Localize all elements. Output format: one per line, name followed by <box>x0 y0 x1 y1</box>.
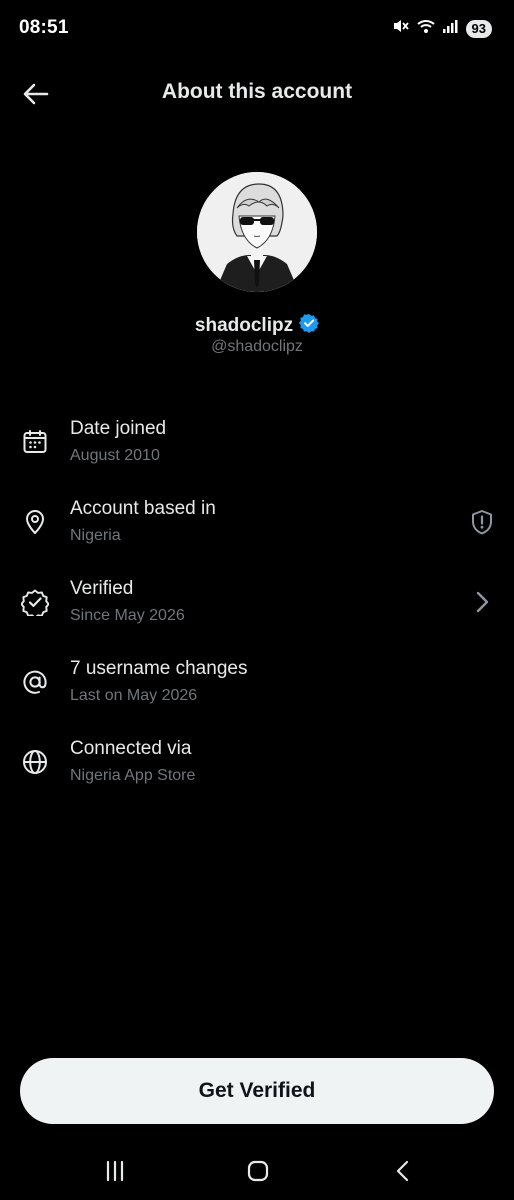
back-icon[interactable] <box>388 1158 418 1184</box>
navigation-bar <box>0 1140 514 1200</box>
globe-icon <box>21 748 49 776</box>
info-subtitle: Since May 2026 <box>70 607 185 624</box>
info-row-verified[interactable]: Verified Since May 2026 <box>0 562 514 642</box>
battery-indicator: 93 <box>465 19 492 38</box>
display-name-row: shadoclipz <box>0 313 514 338</box>
info-title: Connected via <box>70 738 192 759</box>
status-time: 08:51 <box>19 17 69 38</box>
shield-alert-icon[interactable] <box>468 508 496 536</box>
calendar-icon <box>21 428 49 456</box>
signal-icon <box>442 18 460 39</box>
status-bar: 08:51 93 <box>0 0 514 56</box>
at-sign-icon <box>21 668 49 696</box>
location-pin-icon <box>21 508 49 536</box>
mute-icon <box>392 18 410 39</box>
verified-badge-icon <box>299 313 320 338</box>
info-row-date-joined: Date joined August 2010 <box>0 402 514 482</box>
wifi-icon <box>416 18 436 39</box>
info-subtitle: Last on May 2026 <box>70 687 198 704</box>
info-subtitle: Nigeria App Store <box>70 767 196 784</box>
info-row-account-based-in: Account based in Nigeria <box>0 482 514 562</box>
home-icon[interactable] <box>243 1158 273 1184</box>
status-icons: 93 <box>392 18 492 39</box>
chevron-right-icon[interactable] <box>468 588 496 616</box>
page-title: About this account <box>161 80 353 103</box>
recent-apps-icon[interactable] <box>100 1158 130 1184</box>
info-title: Account based in <box>70 498 216 519</box>
avatar-image <box>197 172 317 292</box>
get-verified-button[interactable]: Get Verified <box>20 1058 494 1124</box>
info-title: Date joined <box>70 418 167 439</box>
info-title: Verified <box>70 578 134 599</box>
info-subtitle: August 2010 <box>70 447 160 464</box>
info-row-connected-via: Connected via Nigeria App Store <box>0 722 514 802</box>
info-subtitle: Nigeria <box>70 527 121 544</box>
avatar[interactable] <box>197 172 317 292</box>
header: About this account <box>0 70 514 116</box>
display-name: shadoclipz <box>194 314 294 336</box>
verified-badge-outline-icon <box>20 588 50 619</box>
info-title: 7 username changes <box>70 658 248 679</box>
handle: @shadoclipz <box>211 338 303 355</box>
info-list: Date joined August 2010 Account based in… <box>0 402 514 802</box>
info-row-username-changes: 7 username changes Last on May 2026 <box>0 642 514 722</box>
